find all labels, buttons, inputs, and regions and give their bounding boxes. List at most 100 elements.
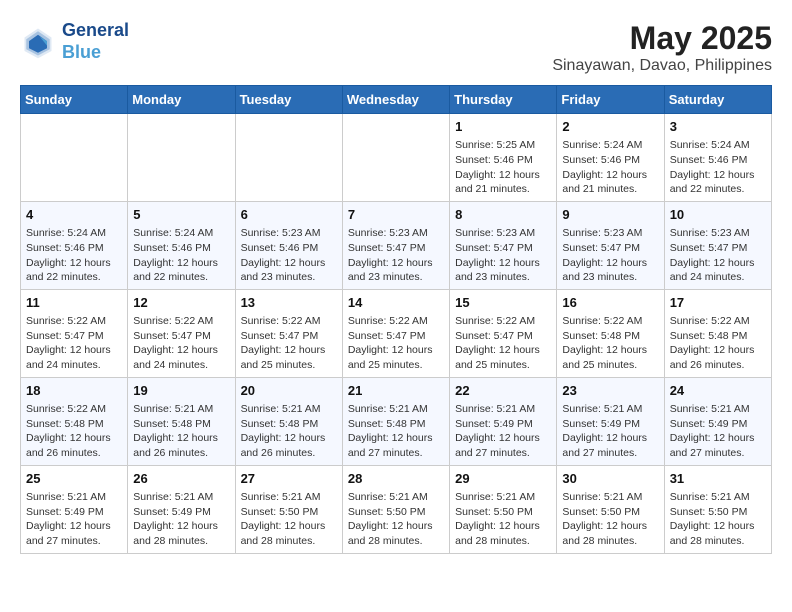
calendar-cell: 23 Sunrise: 5:21 AM Sunset: 5:49 PM Dayli… [557,377,664,465]
calendar-cell: 13 Sunrise: 5:22 AM Sunset: 5:47 PM Dayli… [235,289,342,377]
day-info: Sunrise: 5:24 AM Sunset: 5:46 PM Dayligh… [26,226,122,285]
day-number: 31 [670,470,766,488]
calendar-cell: 30 Sunrise: 5:21 AM Sunset: 5:50 PM Dayli… [557,465,664,553]
calendar-week-row: 25 Sunrise: 5:21 AM Sunset: 5:49 PM Dayli… [21,465,772,553]
header-friday: Friday [557,86,664,114]
day-info: Sunrise: 5:21 AM Sunset: 5:50 PM Dayligh… [241,490,337,549]
page-subtitle: Sinayawan, Davao, Philippines [552,57,772,75]
day-number: 24 [670,382,766,400]
day-number: 20 [241,382,337,400]
calendar-cell: 8 Sunrise: 5:23 AM Sunset: 5:47 PM Daylig… [450,201,557,289]
day-info: Sunrise: 5:21 AM Sunset: 5:48 PM Dayligh… [348,402,444,461]
calendar-cell: 1 Sunrise: 5:25 AM Sunset: 5:46 PM Daylig… [450,114,557,202]
day-info: Sunrise: 5:22 AM Sunset: 5:48 PM Dayligh… [562,314,658,373]
calendar-cell: 29 Sunrise: 5:21 AM Sunset: 5:50 PM Dayli… [450,465,557,553]
day-number: 25 [26,470,122,488]
calendar-week-row: 18 Sunrise: 5:22 AM Sunset: 5:48 PM Dayli… [21,377,772,465]
day-info: Sunrise: 5:23 AM Sunset: 5:47 PM Dayligh… [670,226,766,285]
day-number: 12 [133,294,229,312]
day-info: Sunrise: 5:24 AM Sunset: 5:46 PM Dayligh… [133,226,229,285]
calendar-week-row: 11 Sunrise: 5:22 AM Sunset: 5:47 PM Dayli… [21,289,772,377]
calendar-cell: 16Sunrise: 5:22 AM Sunset: 5:48 PM Dayli… [557,289,664,377]
day-info: Sunrise: 5:21 AM Sunset: 5:49 PM Dayligh… [670,402,766,461]
calendar-cell: 18 Sunrise: 5:22 AM Sunset: 5:48 PM Dayli… [21,377,128,465]
day-info: Sunrise: 5:23 AM Sunset: 5:46 PM Dayligh… [241,226,337,285]
day-info: Sunrise: 5:21 AM Sunset: 5:50 PM Dayligh… [348,490,444,549]
day-info: Sunrise: 5:21 AM Sunset: 5:50 PM Dayligh… [562,490,658,549]
calendar-table: SundayMondayTuesdayWednesdayThursdayFrid… [20,85,772,554]
day-info: Sunrise: 5:22 AM Sunset: 5:48 PM Dayligh… [26,402,122,461]
calendar-cell: 14Sunrise: 5:22 AM Sunset: 5:47 PM Dayli… [342,289,449,377]
day-number: 8 [455,206,551,224]
day-number: 26 [133,470,229,488]
day-info: Sunrise: 5:22 AM Sunset: 5:47 PM Dayligh… [26,314,122,373]
calendar-cell: 26 Sunrise: 5:21 AM Sunset: 5:49 PM Dayli… [128,465,235,553]
calendar-cell: 3 Sunrise: 5:24 AM Sunset: 5:46 PM Daylig… [664,114,771,202]
day-info: Sunrise: 5:22 AM Sunset: 5:47 PM Dayligh… [133,314,229,373]
calendar-cell: 22Sunrise: 5:21 AM Sunset: 5:49 PM Dayli… [450,377,557,465]
day-info: Sunrise: 5:24 AM Sunset: 5:46 PM Dayligh… [562,138,658,197]
calendar-header-row: SundayMondayTuesdayWednesdayThursdayFrid… [21,86,772,114]
calendar-cell: 10 Sunrise: 5:23 AM Sunset: 5:47 PM Dayli… [664,201,771,289]
day-number: 4 [26,206,122,224]
logo-text: General Blue [62,20,129,63]
calendar-cell: 31 Sunrise: 5:21 AM Sunset: 5:50 PM Dayli… [664,465,771,553]
day-info: Sunrise: 5:21 AM Sunset: 5:49 PM Dayligh… [133,490,229,549]
calendar-cell: 5 Sunrise: 5:24 AM Sunset: 5:46 PM Daylig… [128,201,235,289]
day-number: 19 [133,382,229,400]
day-number: 15 [455,294,551,312]
day-number: 27 [241,470,337,488]
day-number: 23 [562,382,658,400]
day-info: Sunrise: 5:21 AM Sunset: 5:49 PM Dayligh… [455,402,551,461]
logo-icon [20,24,56,60]
calendar-cell: 19 Sunrise: 5:21 AM Sunset: 5:48 PM Dayli… [128,377,235,465]
calendar-cell [21,114,128,202]
day-number: 1 [455,118,551,136]
calendar-cell: 9Sunrise: 5:23 AM Sunset: 5:47 PM Daylig… [557,201,664,289]
day-info: Sunrise: 5:23 AM Sunset: 5:47 PM Dayligh… [455,226,551,285]
day-number: 7 [348,206,444,224]
day-info: Sunrise: 5:21 AM Sunset: 5:48 PM Dayligh… [133,402,229,461]
day-number: 21 [348,382,444,400]
day-number: 11 [26,294,122,312]
day-info: Sunrise: 5:22 AM Sunset: 5:47 PM Dayligh… [455,314,551,373]
day-info: Sunrise: 5:21 AM Sunset: 5:49 PM Dayligh… [26,490,122,549]
calendar-cell: 21 Sunrise: 5:21 AM Sunset: 5:48 PM Dayli… [342,377,449,465]
calendar-cell: 25 Sunrise: 5:21 AM Sunset: 5:49 PM Dayli… [21,465,128,553]
day-info: Sunrise: 5:22 AM Sunset: 5:48 PM Dayligh… [670,314,766,373]
day-info: Sunrise: 5:25 AM Sunset: 5:46 PM Dayligh… [455,138,551,197]
day-number: 5 [133,206,229,224]
day-number: 28 [348,470,444,488]
day-info: Sunrise: 5:23 AM Sunset: 5:47 PM Dayligh… [562,226,658,285]
calendar-cell: 12 Sunrise: 5:22 AM Sunset: 5:47 PM Dayli… [128,289,235,377]
day-number: 3 [670,118,766,136]
calendar-cell: 6 Sunrise: 5:23 AM Sunset: 5:46 PM Daylig… [235,201,342,289]
day-info: Sunrise: 5:21 AM Sunset: 5:50 PM Dayligh… [670,490,766,549]
day-number: 18 [26,382,122,400]
calendar-cell: 20 Sunrise: 5:21 AM Sunset: 5:48 PM Dayli… [235,377,342,465]
calendar-cell: 7 Sunrise: 5:23 AM Sunset: 5:47 PM Daylig… [342,201,449,289]
calendar-cell: 24 Sunrise: 5:21 AM Sunset: 5:49 PM Dayli… [664,377,771,465]
calendar-cell: 2Sunrise: 5:24 AM Sunset: 5:46 PM Daylig… [557,114,664,202]
day-info: Sunrise: 5:23 AM Sunset: 5:47 PM Dayligh… [348,226,444,285]
day-info: Sunrise: 5:22 AM Sunset: 5:47 PM Dayligh… [348,314,444,373]
header-thursday: Thursday [450,86,557,114]
day-info: Sunrise: 5:21 AM Sunset: 5:49 PM Dayligh… [562,402,658,461]
header-wednesday: Wednesday [342,86,449,114]
day-number: 13 [241,294,337,312]
title-area: May 2025 Sinayawan, Davao, Philippines [552,20,772,75]
day-number: 10 [670,206,766,224]
day-info: Sunrise: 5:22 AM Sunset: 5:47 PM Dayligh… [241,314,337,373]
day-number: 30 [562,470,658,488]
day-number: 29 [455,470,551,488]
calendar-cell: 15 Sunrise: 5:22 AM Sunset: 5:47 PM Dayli… [450,289,557,377]
day-info: Sunrise: 5:21 AM Sunset: 5:50 PM Dayligh… [455,490,551,549]
header-monday: Monday [128,86,235,114]
header-tuesday: Tuesday [235,86,342,114]
day-info: Sunrise: 5:21 AM Sunset: 5:48 PM Dayligh… [241,402,337,461]
calendar-cell: 4 Sunrise: 5:24 AM Sunset: 5:46 PM Daylig… [21,201,128,289]
day-info: Sunrise: 5:24 AM Sunset: 5:46 PM Dayligh… [670,138,766,197]
day-number: 6 [241,206,337,224]
calendar-cell: 17Sunrise: 5:22 AM Sunset: 5:48 PM Dayli… [664,289,771,377]
page-header: General Blue May 2025 Sinayawan, Davao, … [20,20,772,75]
